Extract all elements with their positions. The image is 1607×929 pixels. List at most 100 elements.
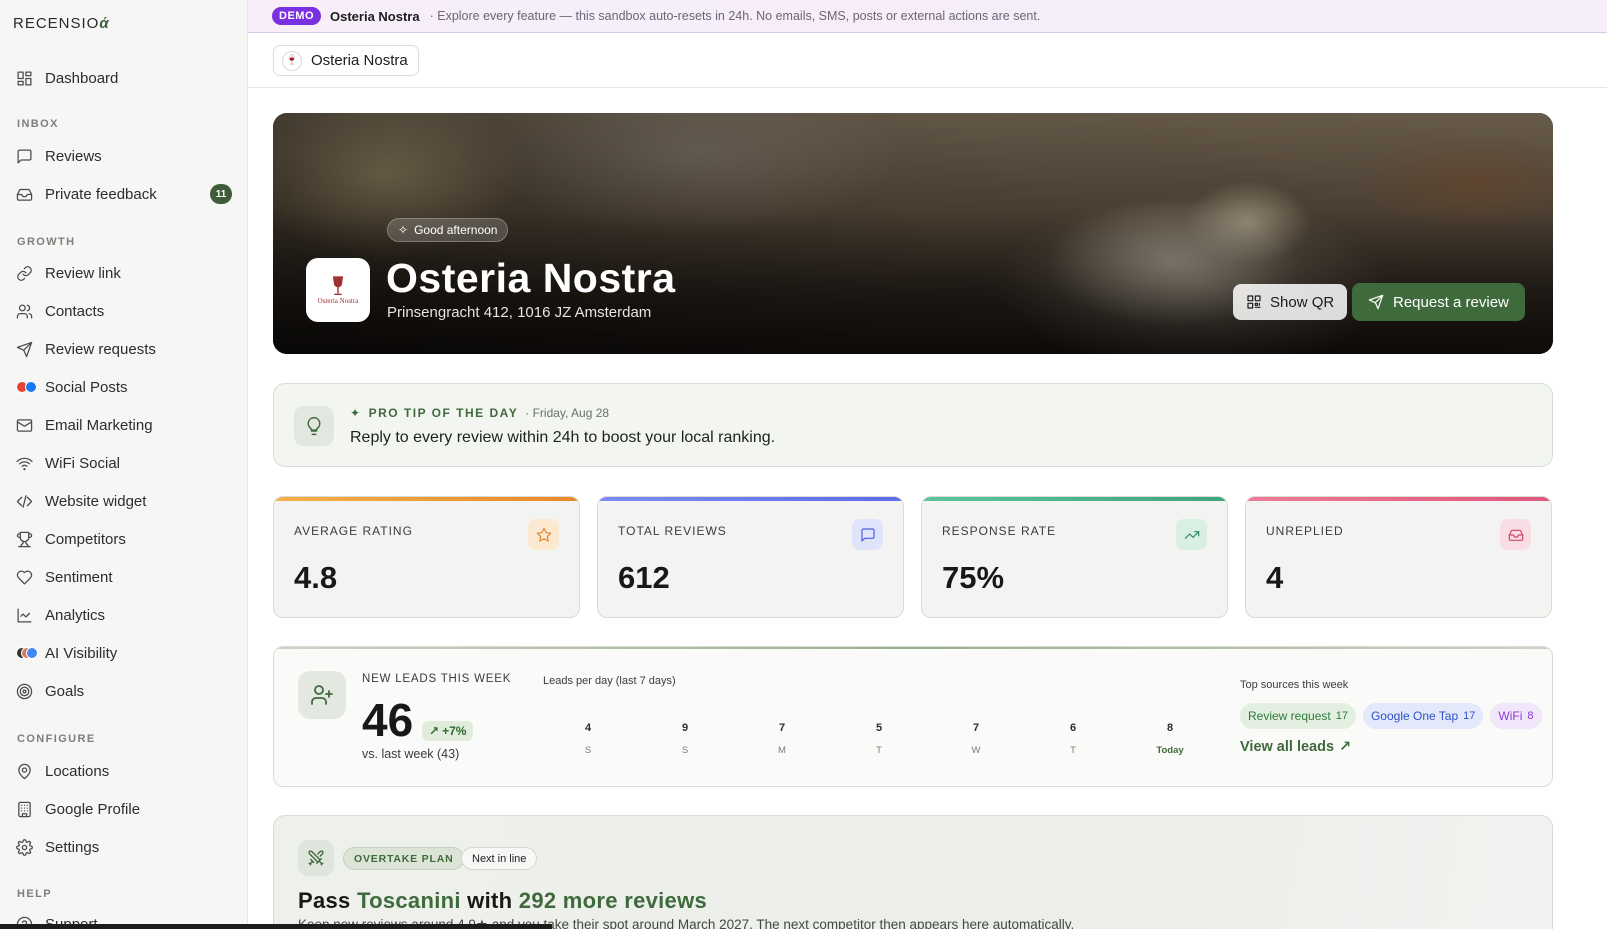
- source-chip-wifi[interactable]: WiFi 8: [1490, 703, 1542, 729]
- message-square-icon: [17, 148, 32, 164]
- heart-icon: [16, 569, 33, 585]
- lightbulb-icon: [294, 406, 334, 446]
- wifi-icon: [16, 457, 33, 470]
- stat-value: 75%: [942, 560, 1005, 595]
- sidebar-item-wifi-social[interactable]: WiFi Social: [16, 449, 232, 477]
- hero-banner: ✧ Good afternoon Osteria Nostra Osteria …: [273, 113, 1553, 354]
- demo-pill: DEMO: [272, 7, 321, 25]
- leads-day: 9S: [681, 722, 689, 756]
- sidebar-item-dashboard[interactable]: Dashboard: [16, 64, 232, 92]
- map-pin-icon: [18, 763, 31, 779]
- arrow-up-right-icon: ↗: [429, 724, 440, 738]
- dashboard-icon: [17, 70, 32, 86]
- stat-card-average-rating[interactable]: AVERAGE RATING 4.8: [273, 496, 580, 618]
- message-square-icon: [852, 519, 883, 550]
- sidebar-item-reviews[interactable]: Reviews: [16, 142, 232, 170]
- sidebar-item-review-link[interactable]: Review link: [16, 259, 232, 287]
- sidebar-item-email-marketing[interactable]: Email Marketing: [16, 411, 232, 439]
- overtake-title: Pass Toscanini with 292 more reviews: [298, 888, 708, 913]
- greeting-badge: ✧ Good afternoon: [387, 218, 509, 242]
- qr-code-icon: [1247, 295, 1261, 309]
- pro-tip-label: ✦ PRO TIP OF THE DAY · Friday, Aug 28: [350, 406, 610, 420]
- leads-day: 7M: [778, 722, 786, 756]
- app-logo[interactable]: RECENSIOά: [13, 15, 110, 32]
- sidebar-item-competitors[interactable]: Competitors: [16, 525, 232, 553]
- leads-count: 46: [362, 694, 414, 746]
- sparkle-icon: ✧: [398, 223, 409, 237]
- star-icon: [528, 519, 559, 550]
- building-icon: [18, 801, 31, 817]
- stat-card-total-reviews[interactable]: TOTAL REVIEWS 612: [597, 496, 904, 618]
- nav-section-inbox: INBOX: [17, 118, 59, 130]
- source-chip-google-one-tap[interactable]: Google One Tap 17: [1362, 703, 1484, 729]
- inbox-icon: [16, 188, 33, 201]
- sidebar-item-sentiment[interactable]: Sentiment: [16, 563, 232, 591]
- sidebar-item-analytics[interactable]: Analytics: [16, 601, 232, 629]
- pro-tip-card: ✦ PRO TIP OF THE DAY · Friday, Aug 28 Re…: [273, 383, 1553, 467]
- leads-comparison: vs. last week (43): [362, 747, 460, 761]
- sidebar-item-locations[interactable]: Locations: [16, 757, 232, 785]
- leads-chart-title: Leads per day (last 7 days): [543, 675, 676, 687]
- sidebar-item-goals[interactable]: Goals: [16, 677, 232, 705]
- leads-day: 5T: [875, 722, 883, 756]
- competitor-name: Toscanini: [357, 888, 461, 913]
- swords-icon: [298, 840, 334, 876]
- gemini-icon: [26, 646, 38, 659]
- sidebar: RECENSIOά Dashboard INBOX Reviews Privat…: [0, 0, 248, 929]
- overtake-plan-badge: OVERTAKE PLAN: [343, 847, 465, 870]
- leads-day: 7W: [971, 722, 981, 756]
- leads-day-today: 8 Today: [1156, 722, 1184, 756]
- stat-card-response-rate[interactable]: RESPONSE RATE 75%: [921, 496, 1228, 618]
- arrow-up-right-icon: ↗: [1339, 739, 1352, 755]
- leads-day: 6T: [1069, 722, 1077, 756]
- reviews-needed: 292 more reviews: [518, 888, 708, 913]
- nav-section-growth: GROWTH: [17, 236, 76, 248]
- trophy-icon: [16, 531, 33, 547]
- stat-value: 4: [1266, 560, 1284, 595]
- stat-value: 4.8: [294, 560, 338, 595]
- send-icon: [1368, 294, 1384, 310]
- sparkles-icon: ✦: [350, 406, 362, 420]
- request-review-button[interactable]: Request a review: [1352, 283, 1525, 321]
- sidebar-item-private-feedback[interactable]: Private feedback 11: [16, 180, 232, 208]
- inbox-icon: [1500, 519, 1531, 550]
- sidebar-item-social-posts[interactable]: Social Posts: [16, 373, 232, 401]
- pro-tip-text: Reply to every review within 24h to boos…: [350, 429, 776, 446]
- leads-day: 4S: [584, 722, 592, 756]
- overtake-plan-card: OVERTAKE PLAN Next in line Pass Toscanin…: [273, 815, 1553, 929]
- nav-section-help: HELP: [17, 888, 52, 900]
- trending-up-icon: [1176, 519, 1207, 550]
- restaurant-title: Osteria Nostra: [386, 255, 676, 301]
- horizontal-scrollbar[interactable]: [0, 924, 552, 929]
- stat-value: 612: [618, 560, 670, 595]
- demo-banner: DEMO Osteria Nostra · Explore every feat…: [248, 0, 1607, 33]
- leads-delta-badge: ↗ +7%: [422, 721, 474, 741]
- top-sources: Review request 17 Google One Tap 17 WiFi 8: [1240, 703, 1542, 729]
- facebook-icon: [25, 380, 37, 393]
- sidebar-item-contacts[interactable]: Contacts: [16, 297, 232, 325]
- code-icon: [16, 494, 33, 508]
- view-all-leads-link[interactable]: View all leads ↗: [1240, 739, 1351, 755]
- send-icon: [16, 341, 33, 357]
- leads-label: NEW LEADS THIS WEEK: [362, 673, 512, 685]
- sidebar-item-ai-visibility[interactable]: AI Visibility: [16, 639, 232, 667]
- source-chip-review-request[interactable]: Review request 17: [1240, 703, 1356, 729]
- sidebar-item-review-requests[interactable]: Review requests: [16, 335, 232, 363]
- line-chart-icon: [17, 607, 32, 623]
- location-switcher[interactable]: 🍷 Osteria Nostra: [273, 45, 419, 76]
- demo-description: · Explore every feature — this sandbox a…: [429, 9, 1041, 23]
- demo-location-name: Osteria Nostra: [330, 8, 420, 24]
- sidebar-item-google-profile[interactable]: Google Profile: [16, 795, 232, 823]
- show-qr-button[interactable]: Show QR: [1233, 284, 1348, 320]
- gear-icon: [16, 838, 33, 856]
- target-icon: [16, 683, 33, 699]
- pro-tip-date: · Friday, Aug 28: [525, 406, 610, 420]
- link-icon: [17, 265, 32, 281]
- sidebar-item-website-widget[interactable]: Website widget: [16, 487, 232, 515]
- stat-card-unreplied[interactable]: UNREPLIED 4: [1245, 496, 1552, 618]
- restaurant-address: Prinsengracht 412, 1016 JZ Amsterdam: [387, 304, 652, 321]
- sidebar-item-settings[interactable]: Settings: [16, 833, 232, 861]
- wine-glass-icon: [332, 276, 344, 295]
- users-icon: [16, 303, 33, 319]
- nav-section-configure: CONFIGURE: [17, 733, 96, 745]
